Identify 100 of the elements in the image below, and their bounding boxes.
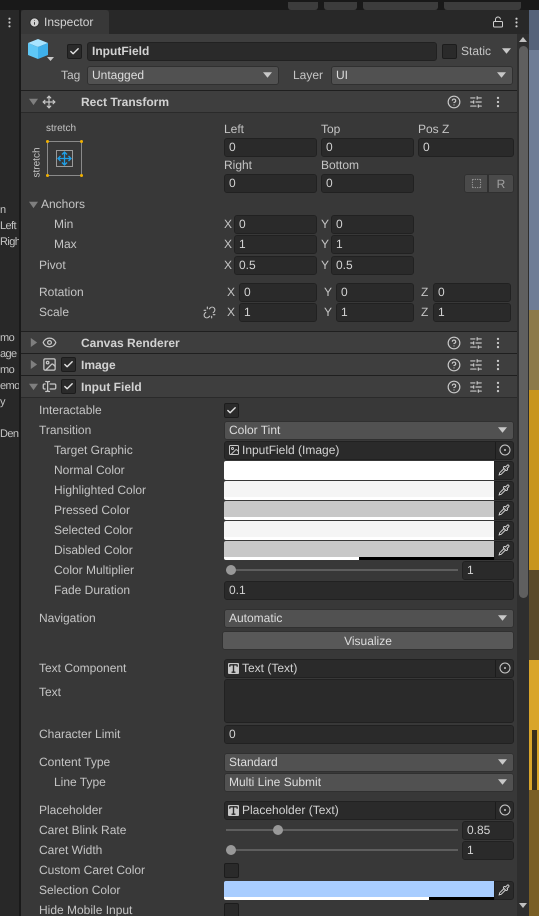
object-picker-icon[interactable] xyxy=(498,804,510,816)
foldout-arrow-icon[interactable] xyxy=(29,382,38,391)
anchor-preset-button[interactable] xyxy=(46,140,83,177)
color-swatch[interactable] xyxy=(224,880,494,896)
input-field[interactable]: 0 xyxy=(321,138,414,156)
help-icon[interactable] xyxy=(447,94,461,108)
object-field[interactable]: Placeholder (Text) xyxy=(224,800,514,820)
checkbox[interactable] xyxy=(67,44,82,58)
color-swatch[interactable] xyxy=(224,460,494,476)
checkbox[interactable] xyxy=(224,862,239,878)
help-icon[interactable] xyxy=(447,336,461,350)
input-field[interactable]: 0 xyxy=(433,282,511,302)
object-picker-icon[interactable] xyxy=(498,444,510,456)
dropdown[interactable]: Automatic xyxy=(224,608,514,628)
eyedropper-button[interactable] xyxy=(494,520,514,540)
eyedropper-button[interactable] xyxy=(494,460,514,480)
image-icon xyxy=(42,357,57,372)
color-swatch[interactable] xyxy=(224,480,494,496)
dropdown[interactable]: UI xyxy=(331,66,513,84)
dropdown[interactable]: Color Tint xyxy=(224,420,514,440)
hierarchy-item[interactable]: n xyxy=(0,202,19,218)
input-field[interactable]: 0 xyxy=(331,214,414,234)
foldout-arrow-icon[interactable] xyxy=(29,97,38,106)
input-field[interactable]: 0.85 xyxy=(462,820,514,840)
scroll-down-arrow-icon[interactable] xyxy=(519,903,527,908)
presets-icon[interactable] xyxy=(469,358,483,372)
checkbox[interactable] xyxy=(61,357,76,372)
component-header[interactable]: Rect Transform xyxy=(21,90,517,112)
hierarchy-item[interactable]: Den xyxy=(0,426,19,442)
input-field[interactable]: 1 xyxy=(462,560,514,580)
checkbox[interactable] xyxy=(224,902,239,916)
input-field[interactable]: 0 xyxy=(224,724,514,744)
hierarchy-item[interactable]: age xyxy=(0,346,19,362)
object-field[interactable]: Text (Text) xyxy=(224,658,514,678)
slider-thumb[interactable] xyxy=(226,845,236,855)
input-field[interactable]: 1 xyxy=(234,234,317,254)
input-field[interactable]: 1 xyxy=(433,302,511,322)
checkbox[interactable] xyxy=(61,379,76,394)
hierarchy-item[interactable]: y xyxy=(0,394,19,410)
eyedropper-icon xyxy=(498,524,510,536)
checkbox[interactable] xyxy=(224,402,239,418)
layer-label: Layer xyxy=(293,67,324,84)
presets-icon[interactable] xyxy=(469,94,483,108)
eyedropper-button[interactable] xyxy=(494,480,514,500)
color-swatch[interactable] xyxy=(224,540,494,556)
help-icon[interactable] xyxy=(447,358,461,372)
hierarchy-item[interactable]: mo xyxy=(0,362,19,378)
component-header[interactable]: Canvas Renderer xyxy=(21,331,517,353)
foldout-arrow-icon[interactable] xyxy=(29,360,38,369)
unlocked-icon[interactable] xyxy=(492,16,504,28)
scroll-up-arrow-icon[interactable] xyxy=(519,37,527,42)
dropdown[interactable]: Standard xyxy=(224,752,514,772)
foldout-arrow-icon[interactable] xyxy=(29,200,38,208)
eyedropper-button[interactable] xyxy=(494,540,514,560)
input-field[interactable]: 1 xyxy=(331,234,414,254)
input-field[interactable]: 0.5 xyxy=(331,256,414,274)
property-label: Navigation xyxy=(39,611,96,625)
visualize-button[interactable]: Visualize xyxy=(222,630,514,650)
input-field[interactable]: 0.5 xyxy=(234,256,317,274)
hierarchy-item[interactable]: emo xyxy=(0,378,19,394)
input-field[interactable]: 0 xyxy=(224,174,317,192)
presets-icon[interactable] xyxy=(469,380,483,394)
object-picker-icon[interactable] xyxy=(498,662,510,674)
property-label: Selected Color xyxy=(54,523,133,537)
input-field[interactable]: 0 xyxy=(224,138,317,156)
input-field[interactable]: 0.1 xyxy=(224,580,514,600)
input-field[interactable]: 0 xyxy=(234,214,317,234)
eyedropper-button[interactable] xyxy=(494,500,514,520)
scrollbar[interactable] xyxy=(517,34,529,916)
hierarchy-item[interactable]: mo xyxy=(0,330,19,346)
color-swatch[interactable] xyxy=(224,520,494,536)
dropdown[interactable]: Multi Line Submit xyxy=(224,772,514,792)
checkbox[interactable] xyxy=(442,44,457,58)
eyedropper-button[interactable] xyxy=(494,880,514,900)
input-field[interactable]: 0 xyxy=(321,174,414,192)
slider-thumb[interactable] xyxy=(226,565,236,575)
component-header[interactable]: Image xyxy=(21,353,517,375)
unlink-icon[interactable] xyxy=(203,306,216,318)
name-field[interactable]: InputField xyxy=(87,42,437,60)
input-field[interactable]: 0 xyxy=(239,282,317,302)
inspector-tab[interactable]: Inspector xyxy=(21,10,109,34)
component-header[interactable]: Input Field xyxy=(21,375,517,397)
slider-thumb[interactable] xyxy=(272,825,283,835)
object-field[interactable]: InputField (Image) xyxy=(224,440,514,460)
component-title: Image xyxy=(81,356,116,374)
dropdown[interactable]: Untagged xyxy=(87,66,279,84)
color-swatch[interactable] xyxy=(224,500,494,516)
input-field[interactable]: 0 xyxy=(336,282,414,302)
caret-icon xyxy=(498,779,507,785)
input-field[interactable]: 0 xyxy=(418,138,514,156)
help-icon[interactable] xyxy=(447,380,461,394)
input-field[interactable]: 1 xyxy=(462,840,514,860)
blueprint-mode-button[interactable] xyxy=(464,174,488,192)
hierarchy-item[interactable]: Left xyxy=(0,218,19,234)
input-field[interactable]: 1 xyxy=(336,302,414,322)
foldout-arrow-icon[interactable] xyxy=(29,338,38,347)
caret-icon xyxy=(502,48,511,54)
scrollbar-thumb[interactable] xyxy=(518,46,528,598)
input-field[interactable]: 1 xyxy=(239,302,317,322)
presets-icon[interactable] xyxy=(469,336,483,350)
